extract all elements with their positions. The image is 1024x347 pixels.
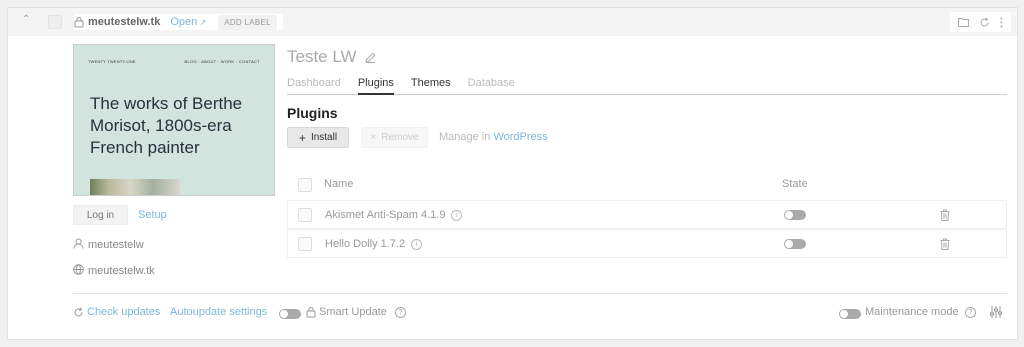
check-updates-label: Check updates xyxy=(87,306,161,318)
install-button-label: Install xyxy=(310,132,338,143)
check-updates-button[interactable]: Check updates xyxy=(73,306,160,318)
manage-prefix: Manage in xyxy=(439,131,494,143)
row-checkbox[interactable] xyxy=(298,208,312,222)
preview-image xyxy=(90,179,180,195)
column-header-name: Name xyxy=(324,178,354,190)
trash-icon[interactable] xyxy=(940,238,950,250)
remove-button-label: Remove xyxy=(381,132,419,143)
lock-icon xyxy=(74,16,84,28)
row-checkbox[interactable] xyxy=(298,237,312,251)
site-tabs: Dashboard Plugins Themes Database xyxy=(287,77,1007,95)
table-row: Akismet Anti-Spam 4.1.9 i xyxy=(287,200,1007,229)
site-user: meutestelw xyxy=(88,239,144,251)
site-domain-row: meutestelw.tk xyxy=(73,264,155,278)
more-vertical-icon[interactable] xyxy=(1000,17,1003,28)
plus-icon: + xyxy=(298,130,306,145)
globe-icon xyxy=(73,264,84,278)
preview-headline: The works of Berthe Morisot, 1800s-era F… xyxy=(90,94,243,157)
plugin-name: Hello Dolly 1.7.2 i xyxy=(325,238,423,250)
open-site-link[interactable]: Open ↗ xyxy=(170,16,206,28)
add-label-button[interactable]: ADD LABEL xyxy=(218,14,277,30)
preview-menu: BLOG · ABOUT · WORK · CONTACT xyxy=(184,59,260,64)
manage-in-wordpress: Manage in WordPress xyxy=(439,131,548,143)
footer-divider xyxy=(73,293,1007,294)
user-icon xyxy=(73,238,84,252)
site-card-header: ⌃ meutestelw.tk Open ↗ ADD LABEL xyxy=(8,8,1017,36)
close-icon: × xyxy=(370,132,377,143)
preview-site-title: TWENTY TWENTY-ONE xyxy=(88,59,136,64)
site-title: Teste LW xyxy=(287,47,357,66)
plugin-name-text: Akismet Anti-Spam 4.1.9 xyxy=(325,209,446,221)
help-icon[interactable]: ? xyxy=(395,307,406,318)
site-user-row: meutestelw xyxy=(73,238,144,252)
log-in-button[interactable]: Log in xyxy=(73,205,128,225)
plugin-state-toggle[interactable] xyxy=(784,210,806,220)
wordpress-link[interactable]: WordPress xyxy=(493,131,547,143)
refresh-icon[interactable] xyxy=(979,17,990,28)
help-icon[interactable]: ? xyxy=(965,307,976,318)
smart-update: Smart Update xyxy=(306,306,387,318)
select-all-checkbox[interactable] xyxy=(298,178,312,192)
autoupdate-settings-link[interactable]: Autoupdate settings xyxy=(170,306,267,318)
header-actions xyxy=(950,12,1011,32)
external-link-icon: ↗ xyxy=(197,18,207,27)
site-name: meutestelw.tk xyxy=(88,16,161,28)
edit-pencil-icon[interactable] xyxy=(364,51,376,63)
settings-sliders-icon[interactable] xyxy=(990,306,1002,318)
tab-themes[interactable]: Themes xyxy=(411,77,451,95)
column-header-state: State xyxy=(782,178,808,190)
trash-icon[interactable] xyxy=(940,209,950,221)
site-domain: meutestelw.tk xyxy=(88,265,155,277)
maintenance-mode-toggle[interactable] xyxy=(839,309,861,319)
lock-icon xyxy=(306,306,316,318)
collapse-chevron-icon[interactable]: ⌃ xyxy=(22,14,30,25)
tab-plugins[interactable]: Plugins xyxy=(357,77,394,95)
folder-icon[interactable] xyxy=(958,17,969,27)
tab-dashboard[interactable]: Dashboard xyxy=(287,77,341,95)
remove-button[interactable]: × Remove xyxy=(361,127,428,148)
section-title: Plugins xyxy=(287,105,338,121)
table-row: Hello Dolly 1.7.2 i xyxy=(287,229,1007,258)
tab-database[interactable]: Database xyxy=(468,77,515,95)
site-preview-thumbnail[interactable]: TWENTY TWENTY-ONE BLOG · ABOUT · WORK · … xyxy=(73,44,275,196)
smart-update-toggle[interactable] xyxy=(279,309,301,319)
plugin-name: Akismet Anti-Spam 4.1.9 i xyxy=(325,209,463,221)
setup-link[interactable]: Setup xyxy=(138,209,167,221)
install-button[interactable]: + Install xyxy=(287,127,349,148)
info-icon[interactable]: i xyxy=(451,209,463,221)
plugin-state-toggle[interactable] xyxy=(784,239,806,249)
site-card: ⌃ meutestelw.tk Open ↗ ADD LABEL TWENTY … xyxy=(7,7,1018,340)
info-icon[interactable]: i xyxy=(411,238,423,250)
site-identity: meutestelw.tk Open ↗ ADD LABEL xyxy=(74,14,283,30)
smart-update-label: Smart Update xyxy=(319,306,387,318)
select-site-checkbox[interactable] xyxy=(48,15,62,29)
maintenance-mode-label: Maintenance mode xyxy=(865,306,959,318)
plugin-name-text: Hello Dolly 1.7.2 xyxy=(325,238,406,250)
refresh-icon xyxy=(73,307,84,318)
site-title-row: Teste LW xyxy=(287,47,376,67)
